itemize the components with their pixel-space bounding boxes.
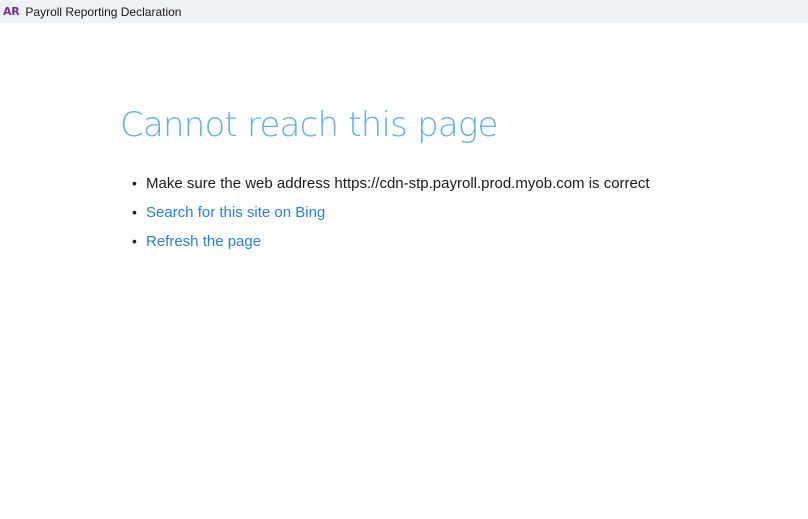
- window-title-bar: AR Payroll Reporting Declaration: [0, 0, 808, 23]
- suggestion-check-address: • Make sure the web address https://cdn-…: [132, 169, 800, 198]
- suggestion-refresh: • Refresh the page: [132, 227, 800, 256]
- bullet-icon: •: [132, 233, 137, 249]
- check-address-text: Make sure the web address https://cdn-st…: [146, 175, 650, 192]
- app-logo: AR: [3, 5, 20, 18]
- window-title: Payroll Reporting Declaration: [25, 4, 182, 19]
- error-heading: Cannot reach this page: [120, 105, 498, 145]
- suggestion-search-bing: • Search for this site on Bing: [132, 198, 800, 227]
- bullet-icon: •: [132, 175, 137, 191]
- error-page-content: Cannot reach this page • Make sure the w…: [120, 104, 800, 256]
- suggestion-list: • Make sure the web address https://cdn-…: [120, 169, 800, 256]
- refresh-page-link[interactable]: Refresh the page: [146, 233, 261, 250]
- search-bing-link[interactable]: Search for this site on Bing: [146, 204, 325, 221]
- bullet-icon: •: [132, 204, 137, 220]
